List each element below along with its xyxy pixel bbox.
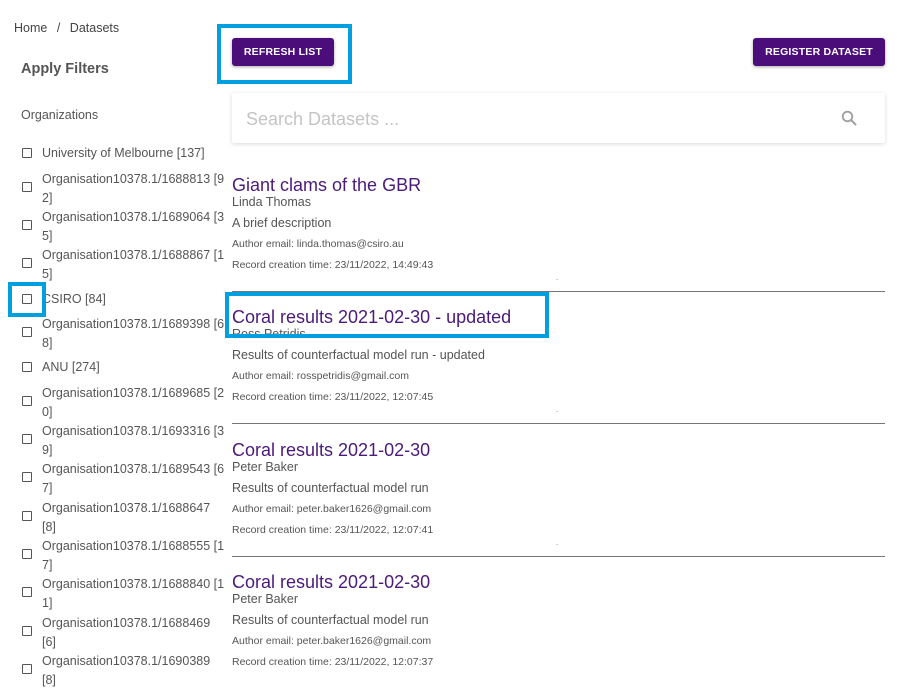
organizations-heading: Organizations [21,108,99,122]
register-dataset-button[interactable]: REGISTER DATASET [753,38,885,66]
org-checkbox[interactable] [22,148,32,158]
org-checkbox-csiro[interactable] [22,294,32,304]
search-box [232,93,885,143]
search-input[interactable] [244,105,808,133]
dataset-creation-time: Record creation time: 23/11/2022, 14:49:… [232,259,434,271]
dataset-author: Linda Thomas [232,195,311,209]
dataset-description: Results of counterfactual model run [232,613,429,627]
org-label: Organisation10378.1/1693316 [39] [42,424,225,457]
dataset-creation-time: Record creation time: 23/11/2022, 12:07:… [232,524,434,536]
org-label: Organisation10378.1/1688840 [11] [42,577,225,610]
org-checkbox[interactable] [22,258,32,268]
dataset-author-email: Author email: linda.thomas@csiro.au [232,238,404,250]
org-label: Organisation10378.1/1688813 [92] [42,172,225,205]
dataset-author: Peter Baker [232,592,299,606]
org-checkbox[interactable] [22,587,32,597]
org-label: University of Melbourne [137] [42,146,205,160]
org-checkbox[interactable] [22,472,32,482]
org-checkbox[interactable] [22,396,32,406]
org-label: ANU [274] [42,360,100,374]
breadcrumb-separator: / [56,21,61,35]
dataset-dot: . [556,538,559,547]
org-checkbox[interactable] [22,626,32,636]
dataset-title-link[interactable]: Giant clams of the GBR [232,175,421,196]
dataset-dot: . [556,405,559,414]
org-checkbox[interactable] [22,434,32,444]
dataset-author-email: Author email: rosspetridis@gmail.com [232,370,409,382]
dataset-title-link[interactable]: Coral results 2021-02-30 - updated [232,307,511,328]
org-label: Organisation10378.1/1690389 [8] [42,654,211,687]
org-checkbox[interactable] [22,549,32,559]
org-checkbox[interactable] [22,327,32,337]
datasets-page: Home / Datasets Apply Filters Organizati… [0,0,897,689]
dataset-description: Results of counterfactual model run - up… [232,348,485,362]
dataset-description: A brief description [232,216,332,230]
org-label: Organisation10378.1/1688555 [17] [42,539,225,572]
org-label: CSIRO [84] [42,292,106,306]
dataset-creation-time: Record creation time: 23/11/2022, 12:07:… [232,656,434,668]
org-label: Organisation10378.1/1688867 [15] [42,248,225,281]
dataset-dot: . [556,273,559,282]
result-divider [232,423,885,424]
org-label: Organisation10378.1/1688469 [6] [42,616,211,649]
org-checkbox[interactable] [22,511,32,521]
search-icon[interactable] [841,110,857,126]
dataset-author: Peter Baker [232,460,299,474]
org-checkbox[interactable] [22,182,32,192]
dataset-author-email: Author email: peter.baker1626@gmail.com [232,503,432,515]
result-divider [232,291,885,292]
dataset-creation-time: Record creation time: 23/11/2022, 12:07:… [232,391,434,403]
dataset-author: Ross Petridis [232,327,306,341]
org-checkbox[interactable] [22,220,32,230]
dataset-title-link[interactable]: Coral results 2021-02-30 [232,572,430,593]
org-label: Organisation10378.1/1689398 [68] [42,317,225,350]
org-label: Organisation10378.1/1689543 [67] [42,462,225,495]
org-label: Organisation10378.1/1688647 [8] [42,501,211,534]
breadcrumb-home[interactable]: Home [14,21,47,35]
refresh-list-button[interactable]: REFRESH LIST [232,38,334,66]
breadcrumb: Home / Datasets [14,21,119,35]
org-label: Organisation10378.1/1689064 [35] [42,210,225,243]
breadcrumb-current: Datasets [69,21,120,35]
filters-title: Apply Filters [21,61,109,77]
dataset-title-link[interactable]: Coral results 2021-02-30 [232,440,430,461]
org-label: Organisation10378.1/1689685 [20] [42,386,225,419]
result-divider [232,556,885,557]
org-checkbox[interactable] [22,664,32,674]
dataset-description: Results of counterfactual model run [232,481,429,495]
org-checkbox[interactable] [22,362,32,372]
dataset-author-email: Author email: peter.baker1626@gmail.com [232,635,432,647]
